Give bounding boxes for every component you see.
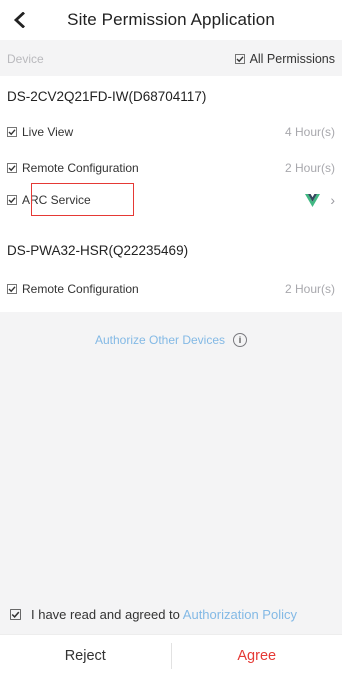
- device-name: DS-PWA32-HSR(Q22235469): [7, 243, 188, 258]
- policy-checkbox[interactable]: [10, 609, 21, 620]
- device-bar: Device All Permissions: [0, 44, 342, 74]
- policy-text: I have read and agreed to Authorization …: [31, 607, 297, 622]
- permission-duration[interactable]: 4 Hour(s): [285, 125, 335, 139]
- permission-duration[interactable]: 2 Hour(s): [285, 161, 335, 175]
- info-icon[interactable]: i: [233, 333, 247, 347]
- all-permissions-checkbox[interactable]: All Permissions: [235, 52, 335, 66]
- chevron-left-icon: [13, 12, 25, 28]
- back-button[interactable]: [8, 8, 30, 32]
- device-header: DS-2CV2Q21FD-IW(D68704117): [0, 80, 342, 113]
- permission-duration[interactable]: 2 Hour(s): [285, 282, 335, 296]
- device-name: DS-2CV2Q21FD-IW(D68704117): [7, 89, 206, 104]
- permission-row-live-view: Live View 4 Hour(s): [0, 115, 342, 148]
- device-column-label: Device: [7, 52, 44, 66]
- remote-configuration-checkbox[interactable]: Remote Configuration: [7, 161, 139, 175]
- authorize-other-devices-link[interactable]: Authorize Other Devices: [95, 333, 225, 347]
- device-permission-list: DS-2CV2Q21FD-IW(D68704117) Live View 4 H…: [0, 76, 342, 312]
- live-view-checkbox[interactable]: Live View: [7, 125, 73, 139]
- checkmark-icon: [7, 195, 17, 205]
- footer-actions: Reject Agree: [0, 634, 342, 676]
- checkmark-icon: [235, 54, 245, 64]
- authorize-other-devices: Authorize Other Devices i: [0, 325, 342, 355]
- chevron-right-icon: ›: [330, 192, 335, 208]
- policy-prefix: I have read and agreed to: [31, 607, 183, 622]
- agree-button[interactable]: Agree: [172, 648, 342, 664]
- device-header: DS-PWA32-HSR(Q22235469): [0, 234, 342, 267]
- page-title: Site Permission Application: [67, 10, 275, 30]
- arc-service-action[interactable]: ›: [305, 192, 335, 208]
- checkmark-icon: [7, 127, 17, 137]
- highlight-box: [31, 183, 134, 216]
- permission-label: Remote Configuration: [22, 282, 139, 296]
- permission-label: Remote Configuration: [22, 161, 139, 175]
- permission-row-remote-configuration: Remote Configuration 2 Hour(s): [0, 272, 342, 305]
- remote-configuration-checkbox[interactable]: Remote Configuration: [7, 282, 139, 296]
- permission-row-remote-configuration: Remote Configuration 2 Hour(s): [0, 151, 342, 184]
- all-permissions-label: All Permissions: [250, 52, 335, 66]
- header-bar: Site Permission Application: [0, 0, 342, 40]
- reject-button[interactable]: Reject: [0, 648, 171, 664]
- checkmark-icon: [7, 284, 17, 294]
- vue-logo-icon: [305, 194, 320, 207]
- checkmark-icon: [7, 163, 17, 173]
- policy-agreement: I have read and agreed to Authorization …: [0, 597, 342, 631]
- authorization-policy-link[interactable]: Authorization Policy: [183, 607, 297, 622]
- permission-label: Live View: [22, 125, 73, 139]
